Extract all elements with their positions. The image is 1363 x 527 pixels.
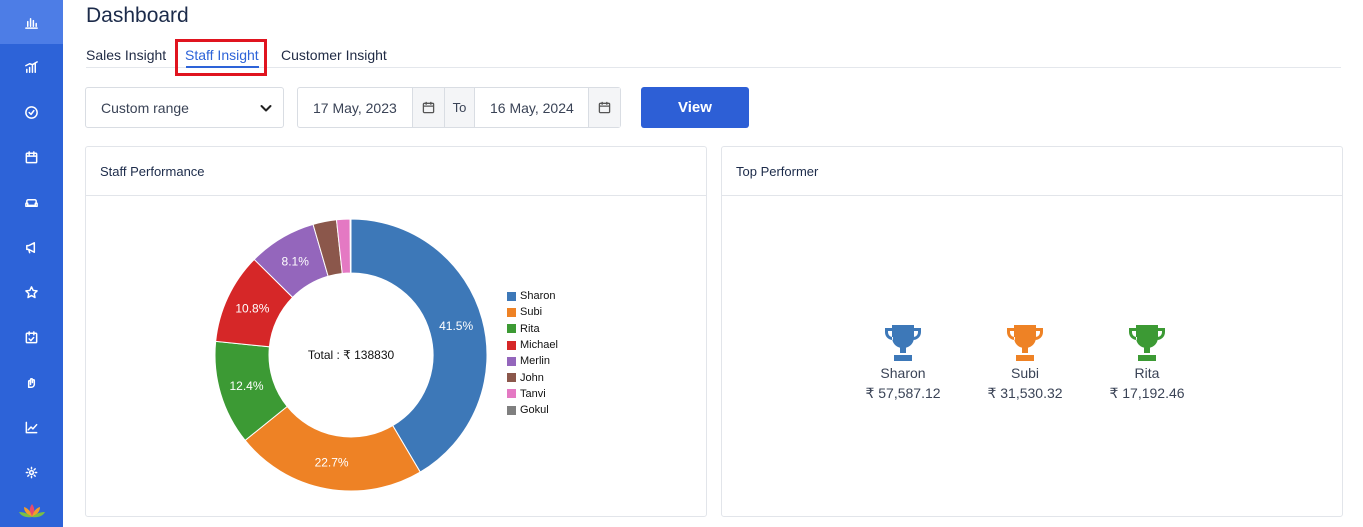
tab-highlight-box bbox=[175, 39, 267, 76]
sidebar-item-analytics[interactable] bbox=[0, 405, 63, 449]
legend-label: Merlin bbox=[520, 355, 550, 368]
sidebar-item-calendar[interactable] bbox=[0, 135, 63, 179]
performer-name: Sharon bbox=[880, 365, 926, 381]
sofa-icon bbox=[25, 198, 38, 207]
chevron-down-icon bbox=[260, 105, 272, 112]
performer-name: Subi bbox=[1010, 365, 1040, 381]
slice-value-label: 22.7% bbox=[315, 455, 349, 469]
sidebar-item-marketing[interactable] bbox=[0, 225, 63, 269]
performer-amount: ₹ 57,587.12 bbox=[865, 385, 941, 401]
sidebar-item-reviews[interactable] bbox=[0, 270, 63, 314]
sidebar bbox=[0, 0, 63, 527]
legend-swatch bbox=[507, 389, 516, 399]
tab-sales-insight[interactable]: Sales Insight bbox=[86, 47, 166, 63]
chart-legend: Sharon Subi Rita Michael Merlin John Tanvi Goku… bbox=[507, 288, 558, 418]
settings-icon bbox=[25, 466, 38, 478]
legend-swatch bbox=[507, 340, 516, 350]
date-range-picker: 17 May, 2023 To 16 May, 2024 bbox=[297, 87, 621, 128]
legend-swatch bbox=[507, 307, 516, 317]
calendar-check-icon bbox=[25, 330, 38, 343]
date-range-value: Custom range bbox=[101, 99, 189, 116]
calendar-icon bbox=[598, 101, 611, 114]
megaphone-icon bbox=[26, 241, 36, 253]
legend-item-michael[interactable]: Michael bbox=[507, 337, 558, 353]
to-label: To bbox=[444, 88, 475, 127]
sidebar-item-facilities[interactable] bbox=[0, 180, 63, 224]
sidebar-item-appointments[interactable] bbox=[0, 315, 63, 359]
slice-value-label: 12.4% bbox=[230, 379, 264, 393]
legend-label: Gokul bbox=[520, 404, 549, 417]
sidebar-item-dashboard[interactable] bbox=[0, 0, 63, 44]
legend-swatch bbox=[507, 356, 516, 366]
legend-label: Sharon bbox=[520, 290, 556, 303]
view-button[interactable]: View bbox=[641, 87, 749, 128]
slice-value-label: 41.5% bbox=[439, 319, 473, 333]
legend-item-merlin[interactable]: Merlin bbox=[507, 353, 558, 369]
insight-tabs: Sales Insight Staff Insight Customer Ins… bbox=[86, 38, 1341, 68]
top-performer-title: Top Performer bbox=[722, 147, 1342, 196]
legend-item-subi[interactable]: Subi bbox=[507, 304, 558, 320]
performer-item: Subi ₹ 31,530.32 bbox=[970, 323, 1080, 402]
legend-swatch bbox=[507, 324, 516, 334]
staff-donut-chart: 41.5% 22.7% 12.4% 10.8% 8.1% Total : ₹ 138830 bbox=[214, 218, 488, 492]
top-performer-list: Sharon ₹ 57,587.12 Subi ₹ 31,530.32 Rita… bbox=[722, 323, 1342, 413]
sidebar-item-settings[interactable] bbox=[0, 450, 63, 494]
legend-label: Michael bbox=[520, 339, 558, 352]
legend-swatch bbox=[507, 291, 516, 301]
check-circle-icon bbox=[25, 105, 38, 119]
trophy-icon bbox=[885, 325, 921, 361]
to-date-input[interactable]: 16 May, 2024 bbox=[490, 88, 574, 127]
legend-item-tanvi[interactable]: Tanvi bbox=[507, 386, 558, 402]
tab-customer-insight[interactable]: Customer Insight bbox=[281, 47, 387, 63]
donut-center-total: Total : ₹ 138830 bbox=[308, 348, 395, 362]
legend-label: John bbox=[520, 371, 544, 384]
lotus-logo-icon bbox=[18, 503, 45, 517]
page-title: Dashboard bbox=[86, 4, 189, 27]
legend-label: Subi bbox=[520, 306, 543, 319]
legend-swatch bbox=[507, 373, 516, 383]
from-date-input[interactable]: 17 May, 2023 bbox=[313, 88, 397, 127]
signal-bars-icon bbox=[25, 60, 38, 73]
date-range-select[interactable]: Custom range bbox=[85, 87, 284, 128]
star-icon bbox=[25, 285, 38, 298]
performer-amount: ₹ 31,530.32 bbox=[987, 385, 1063, 401]
sidebar-item-reports[interactable] bbox=[0, 45, 63, 89]
donut-slice-gokul[interactable] bbox=[349, 218, 352, 274]
top-performer-card: Top Performer Sharon ₹ 57,587.12 Subi ₹ … bbox=[721, 146, 1343, 517]
hand-icon bbox=[27, 377, 36, 388]
legend-item-gokul[interactable]: Gokul bbox=[507, 402, 558, 418]
staff-performance-card: Staff Performance 41.5% 22.7% 12.4% 10.8% 8.… bbox=[85, 146, 707, 517]
legend-item-rita[interactable]: Rita bbox=[507, 321, 558, 337]
bar-chart-icon bbox=[25, 17, 38, 29]
to-date-calendar-button[interactable] bbox=[588, 88, 620, 127]
performer-item: Rita ₹ 17,192.46 bbox=[1092, 323, 1202, 402]
performer-name: Rita bbox=[1134, 365, 1160, 381]
performer-amount: ₹ 17,192.46 bbox=[1109, 385, 1185, 401]
legend-item-sharon[interactable]: Sharon bbox=[507, 288, 558, 304]
legend-label: Tanvi bbox=[520, 387, 546, 400]
legend-label: Rita bbox=[520, 322, 540, 335]
main-content: Dashboard Sales Insight Staff Insight Cu… bbox=[63, 0, 1363, 527]
slice-value-label: 8.1% bbox=[282, 254, 310, 268]
slice-value-label: 10.8% bbox=[235, 302, 269, 316]
lotus-logo bbox=[0, 494, 63, 527]
from-date-calendar-button[interactable] bbox=[412, 88, 444, 127]
legend-item-john[interactable]: John bbox=[507, 369, 558, 385]
performer-item: Sharon ₹ 57,587.12 bbox=[848, 323, 958, 402]
calendar-icon bbox=[25, 150, 38, 163]
trophy-icon bbox=[1129, 325, 1165, 361]
legend-swatch bbox=[507, 405, 516, 415]
sidebar-item-services[interactable] bbox=[0, 360, 63, 404]
calendar-icon bbox=[422, 101, 435, 114]
trophy-icon bbox=[1007, 325, 1043, 361]
sidebar-item-tasks[interactable] bbox=[0, 90, 63, 134]
trend-chart-icon bbox=[25, 421, 38, 433]
